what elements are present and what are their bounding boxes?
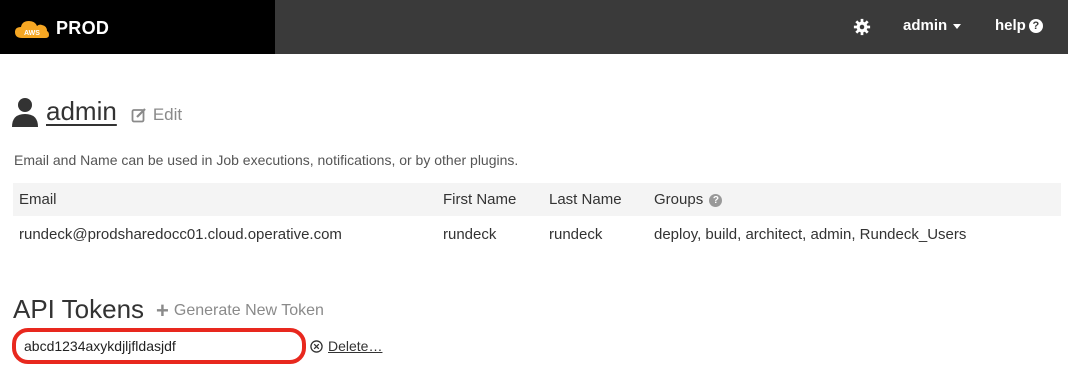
caret-down-icon (953, 23, 962, 29)
groups-header-label: Groups (654, 191, 704, 208)
username-link[interactable]: admin (46, 96, 117, 127)
top-navbar: AWS PROD admin help? (0, 0, 1068, 54)
edit-profile-link[interactable]: Edit (131, 105, 182, 125)
groups-help-icon[interactable]: ? (709, 194, 723, 207)
user-info-table: Email First Name Last Name Groups ? rund… (13, 183, 1061, 252)
token-highlight-box: abcd1234axykdjljfldasjdf (12, 328, 306, 364)
api-tokens-title: API Tokens (13, 294, 145, 324)
table-header-row: Email First Name Last Name Groups ? (13, 183, 1061, 216)
brand-text: PROD (56, 18, 110, 38)
generate-token-label: Generate New Token (173, 302, 324, 319)
email-cell: rundeck@prodsharedocc01.cloud.operative.… (19, 225, 342, 243)
generate-token-button[interactable]: + Generate New Token (156, 298, 324, 323)
edit-icon (131, 108, 146, 123)
last-name-cell: rundeck (549, 225, 603, 243)
question-circle-icon: ? (1028, 19, 1043, 33)
column-header-last-name: Last Name (543, 183, 648, 216)
first-name-cell: rundeck (443, 225, 497, 243)
help-menu[interactable]: help? (995, 17, 1043, 34)
help-menu-label: help (995, 17, 1026, 34)
edit-label: Edit (152, 105, 183, 124)
admin-menu-label: admin (903, 17, 948, 34)
column-header-email: Email (13, 183, 437, 216)
user-icon (12, 98, 38, 127)
token-row: abcd1234axykdjljfldasjdf Delete… (12, 328, 382, 364)
delete-token-button[interactable]: Delete… (310, 338, 382, 354)
table-row: rundeck@prodsharedocc01.cloud.operative.… (13, 216, 1061, 252)
delete-token-label: Delete… (328, 338, 383, 354)
user-heading: admin Edit (12, 96, 182, 127)
groups-cell: deploy, build, architect, admin, Rundeck… (654, 225, 967, 243)
admin-menu[interactable]: admin (903, 17, 962, 34)
api-tokens-heading: API Tokens + Generate New Token (13, 294, 324, 325)
column-header-groups: Groups ? (648, 183, 1061, 216)
aws-cloud-logo-icon: AWS (15, 21, 49, 38)
plus-icon: + (156, 298, 169, 323)
column-header-first-name: First Name (437, 183, 543, 216)
token-value[interactable]: abcd1234axykdjljfldasjdf (24, 338, 176, 354)
profile-note: Email and Name can be used in Job execut… (14, 152, 519, 168)
aws-logo-text: AWS (24, 30, 40, 37)
close-circle-icon (310, 339, 323, 353)
brand[interactable]: AWS PROD (0, 0, 275, 54)
gear-icon[interactable] (853, 18, 871, 36)
